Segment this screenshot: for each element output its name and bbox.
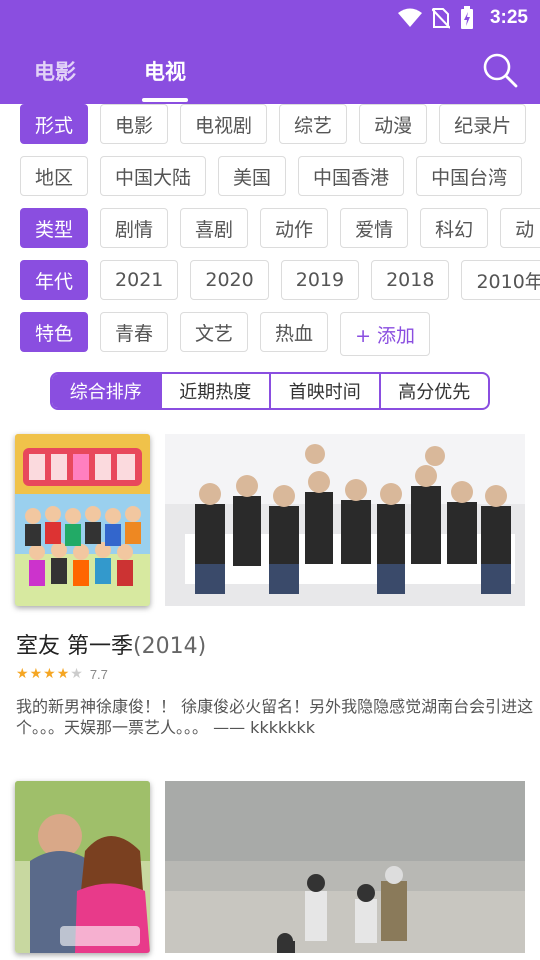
filter-row-year: 年代 2021 2020 2019 2018 2010年代 xyxy=(20,260,540,300)
item-title-text: 室友 第一季 xyxy=(16,634,133,659)
filter-option[interactable]: 文艺 xyxy=(180,312,249,352)
status-time: 3:25 xyxy=(489,7,528,28)
filter-row-form: 形式 电影 电视剧 综艺 动漫 纪录片 xyxy=(20,104,527,144)
status-bar: 3:25 xyxy=(0,0,540,36)
rating: ★ ★ ★ ★ ★ 7.7 xyxy=(16,666,108,682)
result-card[interactable]: 室友 第一季(2014) ★ ★ ★ ★ ★ 7.7 我的新男神徐康俊！！ 徐康… xyxy=(0,434,540,754)
star-empty-icon: ★ xyxy=(70,666,83,682)
filter-option[interactable]: 剧情 xyxy=(100,208,169,248)
filter-option[interactable]: 爱情 xyxy=(340,208,409,248)
filter-option[interactable]: 综艺 xyxy=(279,104,348,144)
star-icon: ★ xyxy=(29,666,43,682)
filter-option[interactable]: 热血 xyxy=(260,312,329,352)
review-snippet: 我的新男神徐康俊！！ 徐康俊必火留名！另外我隐隐感觉湖南台会引进这个。。。天娱那… xyxy=(16,697,534,737)
filter-option[interactable]: 2018 xyxy=(371,260,450,300)
star-icon: ★ xyxy=(43,666,56,682)
still-image[interactable] xyxy=(165,434,525,606)
tab-tv[interactable]: 电视 xyxy=(144,56,186,86)
app-header: 3:25 电影 电视 xyxy=(0,0,540,104)
sort-option-premiere[interactable]: 首映时间 xyxy=(269,374,379,408)
star-icon: ★ xyxy=(56,666,70,682)
star-icon: ★ xyxy=(16,666,29,682)
sort-option-overall[interactable]: 综合排序 xyxy=(52,374,160,408)
filter-option[interactable]: 2019 xyxy=(280,260,360,300)
search-icon[interactable] xyxy=(482,52,518,88)
no-sim-icon xyxy=(431,8,450,29)
filter-row-feature: 特色 青春 文艺 热血 + 添加 xyxy=(20,312,431,356)
item-year: (2014) xyxy=(133,634,207,659)
battery-charging-icon xyxy=(460,6,473,29)
add-feature-button[interactable]: + 添加 xyxy=(340,312,431,356)
filter-option[interactable]: 中国香港 xyxy=(298,156,405,196)
filter-option[interactable]: 动作 xyxy=(260,208,329,248)
filter-option[interactable]: 中国台湾 xyxy=(416,156,523,196)
filter-option[interactable]: 2020 xyxy=(190,260,269,300)
filter-panel: 形式 电影 电视剧 综艺 动漫 纪录片 地区 中国大陆 美国 中国香港 中国台湾… xyxy=(0,104,540,364)
filter-option[interactable]: 纪录片 xyxy=(439,104,527,144)
active-tab-indicator xyxy=(142,98,188,102)
filter-row-genre: 类型 剧情 喜剧 动作 爱情 科幻 动 xyxy=(20,208,540,248)
filter-label-year: 年代 xyxy=(20,260,89,300)
filter-option[interactable]: 2010年代 xyxy=(461,260,540,300)
result-card[interactable] xyxy=(0,781,540,960)
rating-value: 7.7 xyxy=(89,666,108,682)
filter-row-region: 地区 中国大陆 美国 中国香港 中国台湾 xyxy=(20,156,523,196)
filter-option[interactable]: 美国 xyxy=(218,156,287,196)
item-title: 室友 第一季(2014) xyxy=(16,628,206,660)
sort-option-recent-hot[interactable]: 近期热度 xyxy=(159,374,270,408)
still-image[interactable] xyxy=(165,781,525,953)
filter-option[interactable]: 青春 xyxy=(100,312,169,352)
sort-segmented-control: 综合排序 近期热度 首映时间 高分优先 xyxy=(50,372,490,410)
sort-option-top-rated[interactable]: 高分优先 xyxy=(378,374,489,408)
poster-image[interactable] xyxy=(15,434,150,606)
filter-option[interactable]: 喜剧 xyxy=(180,208,249,248)
status-icons: 3:25 xyxy=(397,6,528,30)
filter-label-feature: 特色 xyxy=(20,312,89,352)
filter-option[interactable]: 地区 xyxy=(20,156,89,196)
poster-image[interactable] xyxy=(15,781,150,953)
filter-option[interactable]: 科幻 xyxy=(420,208,489,248)
filter-option[interactable]: 中国大陆 xyxy=(100,156,207,196)
filter-option[interactable]: 2021 xyxy=(100,260,179,300)
filter-option[interactable]: 电视剧 xyxy=(180,104,268,144)
filter-option[interactable]: 电影 xyxy=(100,104,169,144)
category-tabs: 电影 电视 xyxy=(0,44,540,104)
filter-option[interactable]: 动 xyxy=(500,208,540,248)
wifi-icon xyxy=(397,8,422,27)
tab-movie[interactable]: 电影 xyxy=(34,56,76,86)
filter-label-form: 形式 xyxy=(20,104,89,144)
filter-option[interactable]: 动漫 xyxy=(359,104,428,144)
filter-label-genre: 类型 xyxy=(20,208,89,248)
